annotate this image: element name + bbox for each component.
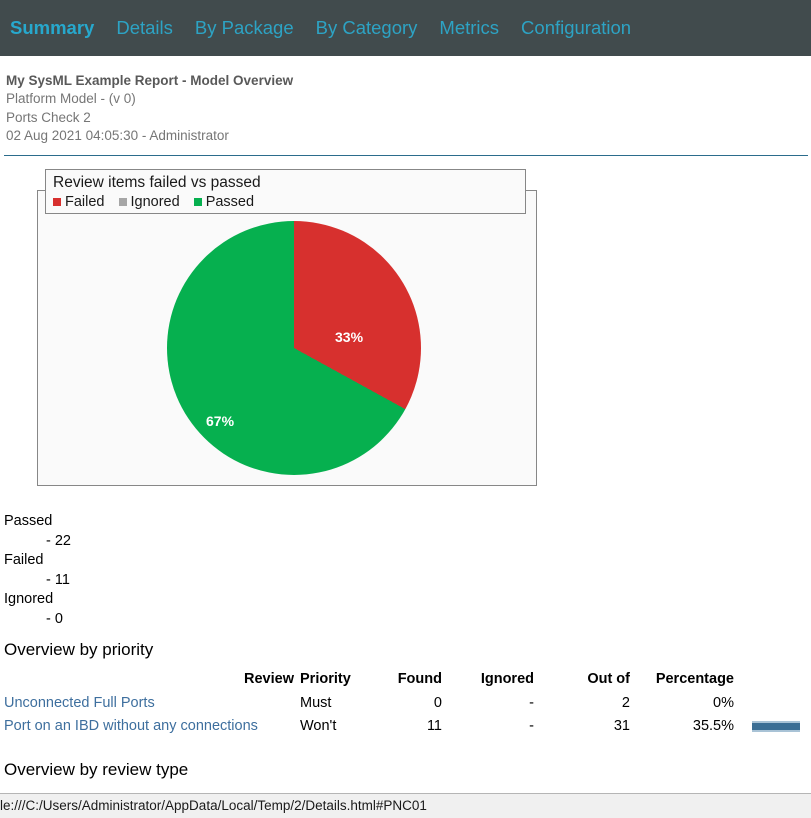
column-header-review: Review	[4, 670, 294, 692]
table-cell-review: Port on an IBD without any connections	[4, 715, 294, 738]
summary-counts-list: Passed - 22 Failed - 11 Ignored - 0	[4, 512, 304, 629]
column-header-priority: Priority	[294, 670, 366, 692]
column-header-ignored: Ignored	[442, 670, 534, 692]
nav-item-by-category[interactable]: By Category	[316, 19, 418, 38]
top-navigation-bar: Summary Details By Package By Category M…	[0, 0, 811, 56]
table-cell-priority: Must	[294, 692, 366, 715]
section-heading-overview-by-priority: Overview by priority	[4, 640, 153, 660]
count-value-ignored: - 0	[4, 610, 304, 630]
progress-bar-track	[752, 721, 800, 732]
table-cell-out-of: 31	[534, 715, 630, 738]
review-link-port-on-ibd[interactable]: Port on an IBD without any connections	[4, 718, 258, 734]
pie-slice-label-passed: 67%	[206, 413, 234, 429]
count-label-failed: Failed	[4, 551, 304, 571]
pie-slice-label-failed: 33%	[335, 329, 363, 345]
page-title: My SysML Example Report - Model Overview	[6, 72, 606, 90]
report-check-name: Ports Check 2	[6, 109, 606, 128]
review-link-unconnected-full-ports[interactable]: Unconnected Full Ports	[4, 695, 155, 711]
count-value-passed: - 22	[4, 532, 304, 552]
pie-chart-panel: 33% 67%	[37, 190, 537, 486]
legend-entry-passed[interactable]: Passed	[194, 194, 254, 210]
table-cell-found: 11	[366, 715, 442, 738]
table-cell-bar	[734, 715, 808, 738]
report-header: My SysML Example Report - Model Overview…	[6, 72, 606, 146]
table-cell-ignored: -	[442, 715, 534, 738]
column-header-percentage: Percentage	[630, 670, 734, 692]
legend-swatch-passed-icon	[194, 198, 202, 206]
legend-label-ignored: Ignored	[131, 194, 180, 210]
table-row: Port on an IBD without any connections W…	[4, 715, 808, 738]
priority-table: Review Priority Found Ignored Out of Per…	[4, 670, 808, 738]
table-cell-percentage: 0%	[630, 692, 734, 715]
table-cell-percentage: 35.5%	[630, 715, 734, 738]
pie-chart: 33% 67%	[38, 191, 536, 485]
table-cell-out-of: 2	[534, 692, 630, 715]
table-cell-review: Unconnected Full Ports	[4, 692, 294, 715]
column-header-found: Found	[366, 670, 442, 692]
legend-swatch-failed-icon	[53, 198, 61, 206]
chart-legend: Failed Ignored Passed	[53, 194, 525, 210]
nav-item-metrics[interactable]: Metrics	[439, 19, 499, 38]
pie-chart-graphic	[167, 221, 421, 475]
column-header-bar	[734, 670, 808, 692]
header-divider	[4, 155, 808, 156]
progress-bar-fill	[752, 723, 800, 730]
table-cell-found: 0	[366, 692, 442, 715]
chart-legend-box: Review items failed vs passed Failed Ign…	[45, 169, 526, 214]
count-label-passed: Passed	[4, 512, 304, 532]
report-timestamp-user: 02 Aug 2021 04:05:30 - Administrator	[6, 127, 606, 146]
nav-item-summary[interactable]: Summary	[10, 19, 94, 38]
table-cell-priority: Won't	[294, 715, 366, 738]
nav-item-configuration[interactable]: Configuration	[521, 19, 631, 38]
table-row: Unconnected Full Ports Must 0 - 2 0%	[4, 692, 808, 715]
count-label-ignored: Ignored	[4, 590, 304, 610]
report-model-name: Platform Model - (v 0)	[6, 90, 606, 109]
legend-swatch-ignored-icon	[119, 198, 127, 206]
chart-title: Review items failed vs passed	[53, 173, 525, 192]
nav-item-by-package[interactable]: By Package	[195, 19, 294, 38]
count-value-failed: - 11	[4, 571, 304, 591]
table-cell-bar	[734, 692, 808, 715]
status-bar-url: ile:///C:/Users/Administrator/AppData/Lo…	[0, 798, 427, 813]
table-header-row: Review Priority Found Ignored Out of Per…	[4, 670, 808, 692]
legend-entry-ignored[interactable]: Ignored	[119, 194, 180, 210]
legend-label-failed: Failed	[65, 194, 105, 210]
nav-item-details[interactable]: Details	[116, 19, 173, 38]
column-header-out-of: Out of	[534, 670, 630, 692]
status-bar: ile:///C:/Users/Administrator/AppData/Lo…	[0, 793, 811, 818]
section-heading-overview-by-review-type: Overview by review type	[4, 760, 188, 780]
table-cell-ignored: -	[442, 692, 534, 715]
legend-label-passed: Passed	[206, 194, 254, 210]
legend-entry-failed[interactable]: Failed	[53, 194, 105, 210]
